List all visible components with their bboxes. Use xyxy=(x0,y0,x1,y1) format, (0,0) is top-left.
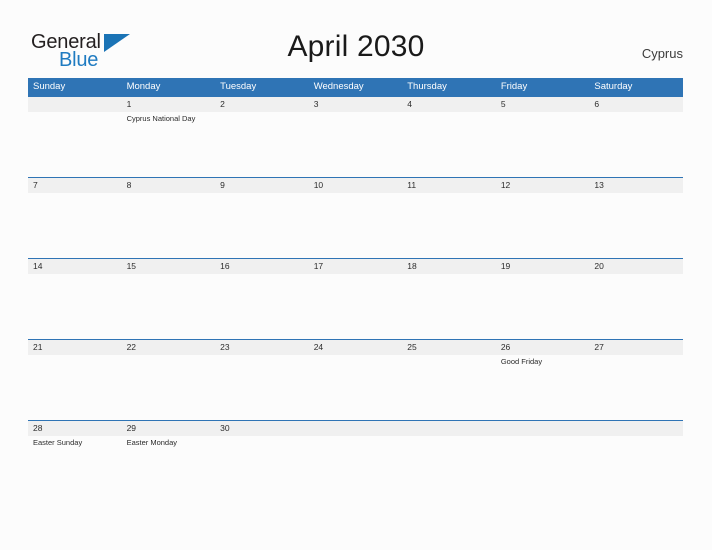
date-number[interactable]: 24 xyxy=(309,340,403,355)
events-band: Cyprus National Day xyxy=(28,112,683,124)
date-number[interactable]: 25 xyxy=(402,340,496,355)
date-number[interactable]: 22 xyxy=(122,340,216,355)
dow-tuesday: Tuesday xyxy=(220,81,257,92)
day-event xyxy=(28,112,122,124)
date-number[interactable]: 8 xyxy=(122,178,216,193)
dow-monday: Monday xyxy=(126,81,161,92)
day-event xyxy=(215,274,309,276)
day-event xyxy=(122,274,216,276)
dow-wednesday: Wednesday xyxy=(313,81,364,92)
date-number[interactable]: 26 xyxy=(496,340,590,355)
date-number[interactable] xyxy=(589,421,683,436)
day-event xyxy=(28,274,122,276)
day-event xyxy=(215,112,309,124)
date-number[interactable]: 14 xyxy=(28,259,122,274)
date-number-band: 7 8 9 10 11 12 13 xyxy=(28,178,683,193)
date-number[interactable]: 29 xyxy=(122,421,216,436)
day-event xyxy=(309,193,403,195)
day-event xyxy=(589,112,683,124)
date-number[interactable]: 6 xyxy=(589,97,683,112)
date-number[interactable]: 17 xyxy=(309,259,403,274)
week-row: 21 22 23 24 25 26 27 Good Friday xyxy=(28,339,683,420)
date-number[interactable]: 28 xyxy=(28,421,122,436)
day-event xyxy=(309,112,403,124)
calendar-grid: Sunday Monday Tuesday Wednesday Thursday… xyxy=(28,78,683,501)
date-number[interactable]: 5 xyxy=(496,97,590,112)
day-of-week-header: Sunday Monday Tuesday Wednesday Thursday… xyxy=(28,78,683,96)
day-event: Easter Monday xyxy=(126,438,178,447)
date-number[interactable]: 21 xyxy=(28,340,122,355)
date-number[interactable]: 13 xyxy=(589,178,683,193)
date-number[interactable]: 12 xyxy=(496,178,590,193)
date-number[interactable]: 30 xyxy=(215,421,309,436)
day-event xyxy=(589,355,683,367)
calendar-page: General Blue April 2030 Cyprus Sunday Mo… xyxy=(0,0,712,550)
events-band xyxy=(28,274,683,276)
date-number[interactable]: 27 xyxy=(589,340,683,355)
events-band: Good Friday xyxy=(28,355,683,367)
day-event xyxy=(589,274,683,276)
date-number-band: 21 22 23 24 25 26 27 xyxy=(28,340,683,355)
day-event: Cyprus National Day xyxy=(126,114,196,123)
day-event xyxy=(496,193,590,195)
page-title: April 2030 xyxy=(287,30,425,63)
day-event: Good Friday xyxy=(500,357,543,366)
date-number[interactable]: 19 xyxy=(496,259,590,274)
date-number[interactable] xyxy=(309,421,403,436)
day-event xyxy=(496,436,590,448)
date-number-band: 14 15 16 17 18 19 20 xyxy=(28,259,683,274)
date-number[interactable]: 7 xyxy=(28,178,122,193)
date-number[interactable] xyxy=(402,421,496,436)
day-event xyxy=(309,274,403,276)
date-number[interactable]: 3 xyxy=(309,97,403,112)
day-event xyxy=(402,274,496,276)
dow-thursday: Thursday xyxy=(407,81,447,92)
day-event xyxy=(309,436,403,448)
day-event xyxy=(402,112,496,124)
events-band xyxy=(28,193,683,195)
events-band: Easter Sunday Easter Monday xyxy=(28,436,683,448)
week-row: 28 29 30 Easter Sunday Easter Monday xyxy=(28,420,683,501)
date-number[interactable] xyxy=(496,421,590,436)
date-number[interactable]: 11 xyxy=(402,178,496,193)
day-event xyxy=(122,193,216,195)
day-event xyxy=(309,355,403,367)
date-number[interactable]: 16 xyxy=(215,259,309,274)
day-event xyxy=(28,355,122,367)
week-row: 1 2 3 4 5 6 Cyprus National Day xyxy=(28,96,683,177)
day-event xyxy=(402,355,496,367)
day-event xyxy=(215,355,309,367)
dow-saturday: Saturday xyxy=(594,81,633,92)
dow-sunday: Sunday xyxy=(33,81,66,92)
day-event xyxy=(496,112,590,124)
date-number[interactable]: 10 xyxy=(309,178,403,193)
date-number[interactable]: 15 xyxy=(122,259,216,274)
date-number[interactable]: 9 xyxy=(215,178,309,193)
page-header: General Blue April 2030 Cyprus xyxy=(0,0,712,78)
day-event xyxy=(402,193,496,195)
day-event xyxy=(589,436,683,448)
day-event xyxy=(215,436,309,448)
date-number[interactable]: 2 xyxy=(215,97,309,112)
day-event xyxy=(496,274,590,276)
day-event xyxy=(589,193,683,195)
week-row: 7 8 9 10 11 12 13 xyxy=(28,177,683,258)
dow-friday: Friday xyxy=(500,81,528,92)
date-number-band: 28 29 30 xyxy=(28,421,683,436)
date-number[interactable] xyxy=(28,97,122,112)
date-number-band: 1 2 3 4 5 6 xyxy=(28,97,683,112)
day-event: Easter Sunday xyxy=(33,438,83,447)
date-number[interactable]: 1 xyxy=(122,97,216,112)
date-number[interactable]: 20 xyxy=(589,259,683,274)
day-event xyxy=(28,193,122,195)
week-row: 14 15 16 17 18 19 20 xyxy=(28,258,683,339)
date-number[interactable]: 18 xyxy=(402,259,496,274)
day-event xyxy=(215,193,309,195)
date-number[interactable]: 4 xyxy=(402,97,496,112)
day-event xyxy=(122,355,216,367)
region-label: Cyprus xyxy=(641,46,683,61)
day-event xyxy=(402,436,496,448)
date-number[interactable]: 23 xyxy=(215,340,309,355)
